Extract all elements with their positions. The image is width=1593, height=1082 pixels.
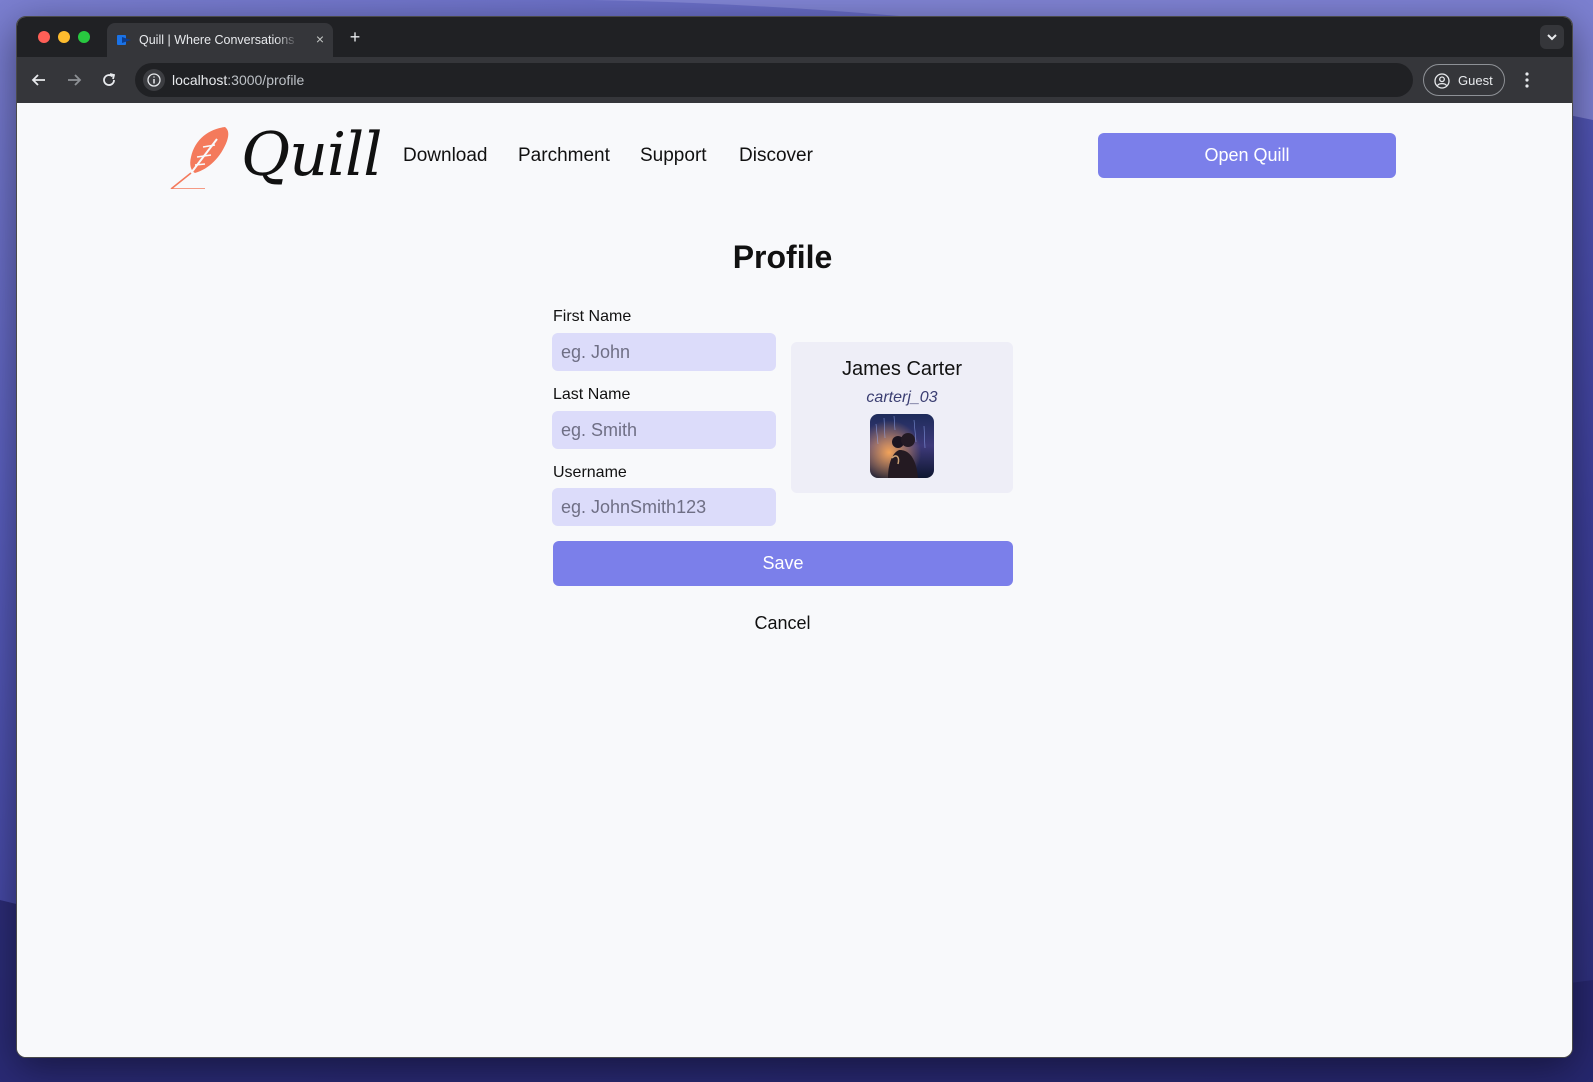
nav-discover[interactable]: Discover — [739, 145, 813, 167]
tab-close-icon[interactable]: × — [312, 31, 328, 47]
browser-window: Quill | Where Conversations F × + localh… — [16, 16, 1573, 1058]
more-menu-icon[interactable] — [1519, 70, 1535, 90]
save-button[interactable]: Save — [553, 541, 1013, 586]
guest-profile-icon — [1434, 73, 1450, 89]
nav-download[interactable]: Download — [403, 145, 488, 167]
profile-preview-card: James Carter carterj_03 — [791, 342, 1013, 493]
site-info-icon[interactable] — [143, 69, 165, 91]
card-username: carterj_03 — [866, 389, 938, 406]
tab-title: Quill | Where Conversations F — [139, 33, 299, 47]
username-label: Username — [553, 464, 627, 481]
cancel-button[interactable]: Cancel — [17, 613, 1548, 634]
browser-tab[interactable]: Quill | Where Conversations F × — [107, 23, 333, 57]
guest-profile-button[interactable]: Guest — [1423, 64, 1505, 96]
tab-favicon-icon — [117, 35, 131, 45]
url-path: :3000/profile — [227, 72, 305, 88]
nav-support[interactable]: Support — [640, 145, 707, 167]
avatar[interactable] — [870, 414, 934, 478]
url-text: localhost:3000/profile — [172, 72, 304, 88]
address-bar[interactable]: localhost:3000/profile — [135, 63, 1413, 97]
forward-arrow-icon[interactable] — [63, 69, 85, 91]
back-arrow-icon[interactable] — [28, 69, 50, 91]
reload-icon[interactable] — [98, 69, 120, 91]
tab-list-icon[interactable] — [1540, 25, 1564, 49]
logo-wordmark[interactable]: Quill — [241, 115, 382, 195]
close-window-button[interactable] — [38, 31, 50, 43]
browser-toolbar: localhost:3000/profile Guest — [17, 57, 1572, 103]
url-host: localhost — [172, 72, 228, 88]
username-input[interactable] — [552, 488, 776, 526]
first-name-input[interactable] — [552, 333, 776, 371]
card-full-name: James Carter — [841, 358, 963, 380]
last-name-input[interactable] — [552, 411, 776, 449]
page-title: Profile — [732, 239, 833, 275]
feather-logo-icon[interactable] — [169, 123, 235, 189]
cancel-label[interactable]: Cancel — [754, 613, 810, 633]
new-tab-button[interactable]: + — [345, 27, 365, 47]
open-quill-button[interactable]: Open Quill — [1098, 133, 1396, 178]
guest-label: Guest — [1458, 73, 1493, 88]
maximize-window-button[interactable] — [78, 31, 90, 43]
minimize-window-button[interactable] — [58, 31, 70, 43]
first-name-label: First Name — [553, 308, 632, 325]
page-content: Quill Download Parchment Support Discove… — [17, 103, 1572, 1057]
nav-parchment[interactable]: Parchment — [518, 145, 610, 167]
last-name-label: Last Name — [553, 386, 631, 403]
tab-strip: Quill | Where Conversations F × + — [17, 17, 1572, 57]
